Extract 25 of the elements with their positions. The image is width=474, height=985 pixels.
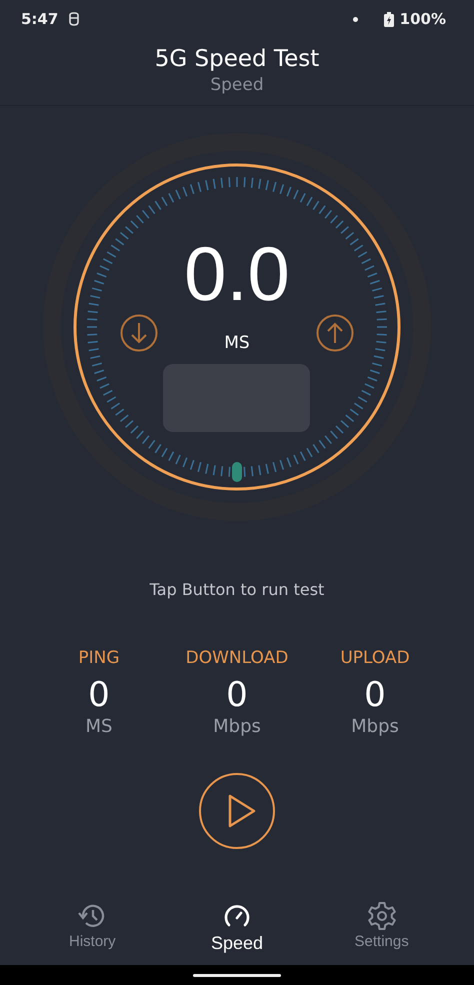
stat-unit: Mbps [351, 715, 399, 739]
stat-unit: Mbps [213, 715, 261, 739]
stat-label: UPLOAD [340, 647, 410, 669]
nav-tab[interactable]: History [37, 895, 148, 965]
battery-icon [384, 12, 394, 26]
notification-dot [352, 16, 358, 22]
app-title: 5G Speed Test [154, 45, 320, 74]
stat-unit: MS [86, 715, 112, 739]
battery-level: 100% [400, 10, 446, 28]
gauge-value: 0.0 [183, 231, 291, 319]
nav-tab[interactable]: Speed [182, 895, 292, 965]
hint-text: Tap Button to run test [150, 580, 324, 599]
settings-icon [366, 901, 397, 931]
stat-label: DOWNLOAD [186, 647, 288, 669]
status-time: 5:47 [21, 10, 58, 28]
gauge-needle [232, 462, 242, 482]
start-button[interactable] [199, 773, 275, 849]
stat-label: PING [78, 647, 120, 669]
page-subtitle: Speed [210, 74, 264, 96]
stat-value: 0 [226, 675, 248, 715]
stat-value: 0 [364, 675, 386, 715]
gauge-unit: MS [223, 332, 251, 354]
nav-tab[interactable]: Settings [326, 895, 437, 965]
notification-icon [68, 12, 80, 26]
stat-value: 0 [88, 675, 110, 715]
